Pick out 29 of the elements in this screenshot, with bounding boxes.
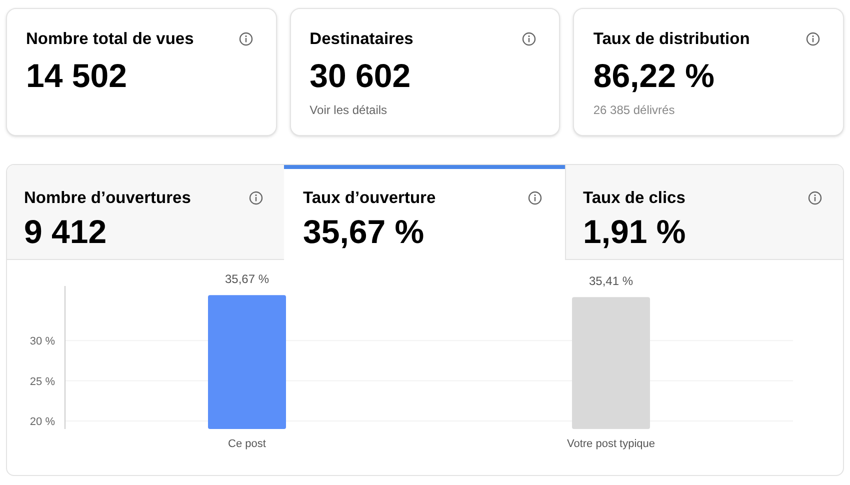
card-title: Destinataires (310, 29, 414, 50)
y-tick-label: 20 % (30, 416, 55, 428)
details-link[interactable]: Voir les détails (310, 100, 540, 119)
bar-value-label: 35,41 % (588, 274, 634, 288)
x-axis-label: Votre post typique (566, 438, 656, 450)
tab-value: 1,91 % (583, 212, 687, 252)
tab-value: 35,67 % (303, 212, 426, 252)
y-tick-label: 30 % (30, 336, 55, 348)
tab-value: 9 412 (24, 212, 108, 252)
tab-title: Taux de clics (583, 188, 686, 209)
tab-title: Nombre d’ouvertures (24, 188, 191, 209)
info-icon[interactable] (808, 191, 822, 206)
info-icon[interactable] (528, 191, 542, 206)
metric-tab[interactable]: Taux de clics 1,91 % (565, 165, 843, 260)
tab-title: Taux d’ouverture (303, 188, 436, 209)
info-icon[interactable] (238, 32, 253, 46)
info-icon[interactable] (249, 191, 263, 206)
card-value: 30 602 (310, 56, 412, 96)
card-value: 14 502 (26, 56, 128, 96)
x-axis-label: Ce post (228, 438, 266, 450)
bar-value-label: 35,67 % (224, 272, 270, 286)
metric-tab[interactable]: Nombre d’ouvertures 9 412 (7, 165, 284, 260)
card-title: Nombre total de vues (26, 29, 194, 50)
info-icon[interactable] (522, 32, 536, 46)
card-subtitle: 26 385 délivrés (593, 102, 676, 119)
y-tick-label: 25 % (30, 376, 55, 388)
card-title: Taux de distribution (593, 29, 750, 50)
card-value: 86,22 % (593, 56, 716, 96)
info-icon[interactable] (806, 32, 820, 46)
